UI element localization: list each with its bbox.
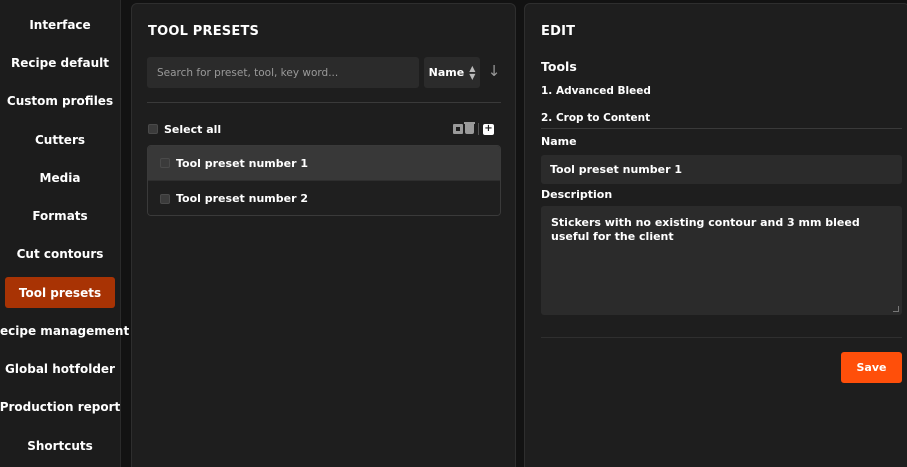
sidebar-item-cut-contours[interactable]: Cut contours xyxy=(5,238,115,269)
divider xyxy=(541,128,902,129)
tool-item: 1. Advanced Bleed xyxy=(541,85,651,97)
name-field[interactable]: Tool preset number 1 xyxy=(541,155,902,184)
list-item-label: Tool preset number 1 xyxy=(176,156,308,170)
sidebar-item-tool-presets[interactable]: Tool presets xyxy=(5,277,115,308)
list-item[interactable]: Tool preset number 1 xyxy=(148,146,500,181)
name-label: Name xyxy=(541,135,577,148)
panel-title: EDIT xyxy=(541,24,576,39)
archive-icon[interactable] xyxy=(453,124,463,134)
search-input[interactable] xyxy=(147,57,419,88)
tool-item: 2. Crop to Content xyxy=(541,112,651,124)
divider xyxy=(541,337,902,338)
divider xyxy=(147,102,501,103)
tools-heading: Tools xyxy=(541,59,577,74)
sort-label: Name xyxy=(428,66,465,79)
description-field[interactable]: Stickers with no existing contour and 3 … xyxy=(541,206,902,315)
add-icon[interactable]: + xyxy=(483,123,494,135)
list-item[interactable]: Tool preset number 2 xyxy=(148,181,500,215)
edit-panel: EDIT Tools 1. Advanced Bleed 2. Crop to … xyxy=(524,3,907,467)
sidebar-item-media[interactable]: Media xyxy=(5,162,115,193)
select-all-label: Select all xyxy=(164,122,222,136)
sidebar-item-cutters[interactable]: Cutters xyxy=(5,124,115,155)
panel-title: TOOL PRESETS xyxy=(148,24,260,39)
resize-handle-icon[interactable] xyxy=(893,306,899,312)
list-actions: + xyxy=(453,122,494,136)
description-label: Description xyxy=(541,188,613,201)
trash-icon[interactable] xyxy=(464,122,475,134)
sidebar-item-formats[interactable]: Formats xyxy=(5,200,115,231)
tool-presets-panel: TOOL PRESETS Name ▲▼ ↓ Select all + Tool… xyxy=(131,3,516,467)
separator xyxy=(478,123,479,135)
list-item-label: Tool preset number 2 xyxy=(176,192,308,205)
preset-list: Tool preset number 1 Tool preset number … xyxy=(147,145,501,216)
checkbox[interactable] xyxy=(148,124,158,134)
sidebar-item-production-report[interactable]: Production report xyxy=(0,391,120,422)
arrow-down-icon[interactable]: ↓ xyxy=(485,62,503,82)
checkbox[interactable] xyxy=(160,193,170,204)
sort-select[interactable]: Name ▲ ▼ xyxy=(424,57,480,88)
save-button[interactable]: Save xyxy=(841,352,902,383)
sidebar-item-shortcuts[interactable]: Shortcuts xyxy=(5,430,115,461)
sidebar-item-custom-profiles[interactable]: Custom profiles xyxy=(5,85,115,116)
app-root: Interface Recipe default Custom profiles… xyxy=(0,0,907,467)
sidebar-item-interface[interactable]: Interface xyxy=(5,9,115,40)
sidebar: Interface Recipe default Custom profiles… xyxy=(0,0,129,467)
description-text: Stickers with no existing contour and 3 … xyxy=(551,216,860,244)
sidebar-item-global-hotfolder[interactable]: Global hotfolder xyxy=(5,353,115,384)
checkbox[interactable] xyxy=(160,158,170,168)
select-all-checkbox[interactable]: Select all xyxy=(148,122,221,136)
sidebar-item-recipe-management[interactable]: Recipe management xyxy=(0,315,129,346)
sort-updown-icon: ▲ ▼ xyxy=(469,63,476,81)
sidebar-item-recipe-default[interactable]: Recipe default xyxy=(5,47,115,78)
